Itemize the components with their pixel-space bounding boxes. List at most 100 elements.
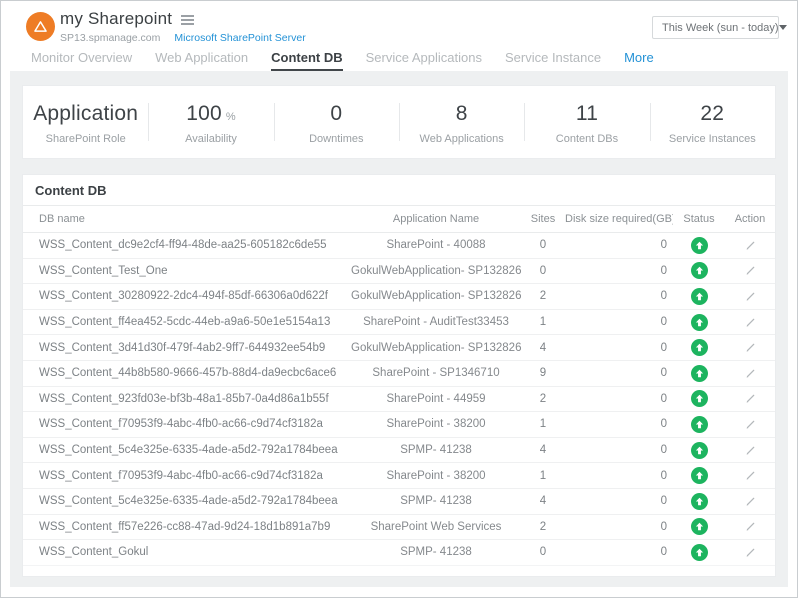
table-row: WSS_Content_5c4e325e-6335-4ade-a5d2-792a… [23,489,775,515]
stat-item: 11 Content DBs [524,86,649,158]
page-title: my Sharepoint [60,9,172,29]
content-db-card: Content DB DB name Application Name Site… [22,174,776,577]
status-cell [673,262,725,279]
monitor-host: SP13.spmanage.com [60,32,160,44]
stats-card: Application SharePoint Role 100 % Availa… [22,85,776,159]
status-cell [673,288,725,305]
col-status: Status [673,213,725,225]
disk-size-cell: 0 [565,265,673,277]
db-name-cell: WSS_Content_f70953f9-4abc-4fb0-ac66-c9d7… [23,418,351,430]
application-name-cell: SharePoint - 38200 [351,470,521,482]
table-row: WSS_Content_3d41d30f-479f-4ab2-9ff7-6449… [23,335,775,361]
status-up-icon [691,314,708,331]
stat-label: SharePoint Role [46,133,126,145]
db-name-cell: WSS_Content_dc9e2cf4-ff94-48de-aa25-6051… [23,239,351,251]
table-row: WSS_Content_Test_One GokulWebApplication… [23,259,775,285]
disk-size-cell: 0 [565,546,673,558]
action-cell [725,239,775,251]
tab-content-db[interactable]: Content DB [271,47,343,71]
table-row: WSS_Content_f70953f9-4abc-4fb0-ac66-c9d7… [23,463,775,489]
edit-action-icon[interactable] [744,316,756,328]
application-name-cell: SharePoint - SP1346710 [351,367,521,379]
col-db-name: DB name [23,213,351,225]
edit-action-icon[interactable] [744,495,756,507]
table-body: WSS_Content_dc9e2cf4-ff94-48de-aa25-6051… [23,233,775,566]
tab-more[interactable]: More [624,47,654,71]
table-row: WSS_Content_f70953f9-4abc-4fb0-ac66-c9d7… [23,412,775,438]
application-name-cell: SPMP- 41238 [351,495,521,507]
edit-action-icon[interactable] [744,367,756,379]
server-type-link[interactable]: Microsoft SharePoint Server [174,32,305,44]
action-cell [725,265,775,277]
tab-monitor-overview[interactable]: Monitor Overview [31,47,132,71]
disk-size-cell: 0 [565,290,673,302]
sites-cell: 1 [521,316,565,328]
monitor-header: my Sharepoint SP13.spmanage.com Microsof… [1,1,797,47]
db-name-cell: WSS_Content_923fd03e-bf3b-48a1-85b7-0a4d… [23,393,351,405]
edit-action-icon[interactable] [744,239,756,251]
app-window: my Sharepoint SP13.spmanage.com Microsof… [0,0,798,598]
stat-value: 8 [456,102,468,126]
tab-service-applications[interactable]: Service Applications [366,47,482,71]
table-row: WSS_Content_Gokul SPMP- 41238 0 0 [23,540,775,566]
edit-action-icon[interactable] [744,521,756,533]
application-name-cell: SPMP- 41238 [351,444,521,456]
edit-action-icon[interactable] [744,546,756,558]
tab-web-application[interactable]: Web Application [155,47,248,71]
status-cell [673,390,725,407]
edit-action-icon[interactable] [744,290,756,302]
status-cell [673,416,725,433]
application-name-cell: SharePoint - AuditTest33453 [351,316,521,328]
disk-size-cell: 0 [565,239,673,251]
edit-action-icon[interactable] [744,265,756,277]
sites-cell: 0 [521,546,565,558]
monitor-title-block: my Sharepoint SP13.spmanage.com Microsof… [60,9,306,44]
stat-item: 0 Downtimes [274,86,399,158]
edit-action-icon[interactable] [744,444,756,456]
sites-cell: 0 [521,265,565,277]
action-cell [725,470,775,482]
table-row: WSS_Content_ff4ea452-5cdc-44eb-a9a6-50e1… [23,310,775,336]
status-cell [673,544,725,561]
stat-value: 11 [576,102,598,126]
section-title: Content DB [23,175,775,206]
disk-size-cell: 0 [565,316,673,328]
application-name-cell: SharePoint - 40088 [351,239,521,251]
hamburger-menu-icon[interactable] [181,13,194,25]
stat-item: 22 Service Instances [650,86,775,158]
table-header: DB name Application Name Sites Disk size… [23,206,775,233]
db-name-cell: WSS_Content_44b8b580-9666-457b-88d4-da9e… [23,367,351,379]
application-name-cell: SharePoint Web Services [351,521,521,533]
edit-action-icon[interactable] [744,418,756,430]
application-name-cell: SPMP- 41238 [351,546,521,558]
action-cell [725,521,775,533]
edit-action-icon[interactable] [744,470,756,482]
sites-cell: 1 [521,418,565,430]
application-name-cell: GokulWebApplication- SP1328261 [351,265,521,277]
stat-item: Application SharePoint Role [23,86,148,158]
disk-size-cell: 0 [565,521,673,533]
action-cell [725,393,775,405]
disk-size-cell: 0 [565,470,673,482]
table-row: WSS_Content_dc9e2cf4-ff94-48de-aa25-6051… [23,233,775,259]
content-panel: Application SharePoint Role 100 % Availa… [10,71,788,587]
stat-item: 8 Web Applications [399,86,524,158]
db-name-cell: WSS_Content_ff57e226-cc88-47ad-9d24-18d1… [23,521,351,533]
table-row: WSS_Content_44b8b580-9666-457b-88d4-da9e… [23,361,775,387]
edit-action-icon[interactable] [744,393,756,405]
status-cell [673,518,725,535]
col-application-name: Application Name [351,213,521,225]
period-selector[interactable]: This Week (sun - today) [652,16,779,39]
action-cell [725,367,775,379]
sites-cell: 4 [521,495,565,507]
sites-cell: 0 [521,239,565,251]
table-row: WSS_Content_5c4e325e-6335-4ade-a5d2-792a… [23,438,775,464]
table-row: WSS_Content_923fd03e-bf3b-48a1-85b7-0a4d… [23,387,775,413]
application-name-cell: GokulWebApplication- SP1328261 [351,290,521,302]
action-cell [725,342,775,354]
edit-action-icon[interactable] [744,342,756,354]
status-up-icon [691,262,708,279]
col-sites: Sites [521,213,565,225]
stat-label: Downtimes [309,133,363,145]
tab-service-instance[interactable]: Service Instance [505,47,601,71]
